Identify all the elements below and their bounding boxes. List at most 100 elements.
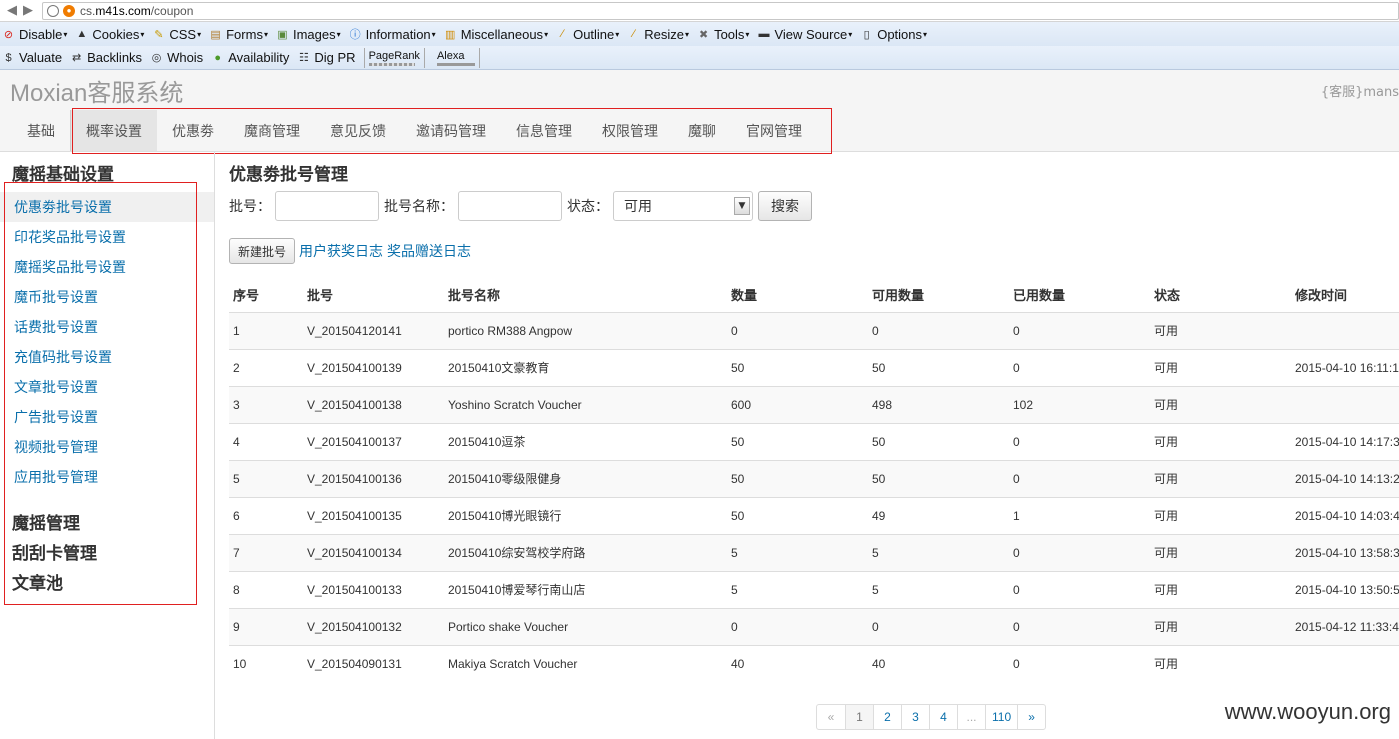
toolbar-item-images[interactable]: ▣ Images ▾ [276, 27, 340, 42]
table-row[interactable]: 1 V_201504120141 portico RM388 Angpow 0 0 0 可用 [229, 311, 1399, 349]
sidebar-link[interactable]: 优惠劵批号设置 [0, 192, 214, 222]
alexa-widget[interactable]: Alexa [433, 47, 480, 68]
topnav-item-5[interactable]: 邀请码管理 [401, 110, 501, 151]
toolbar-item-options[interactable]: ▯ Options ▾ [860, 27, 927, 42]
pager-next-button[interactable]: » [1017, 705, 1045, 729]
toolbar-item-availability[interactable]: ● Availability [211, 50, 289, 65]
toolbar-item-information[interactable]: ⓘ Information ▾ [349, 27, 436, 42]
user-prize-log-link[interactable]: 用户获奖日志 [299, 241, 383, 261]
status-select[interactable]: 可用 ▼ [613, 191, 753, 221]
table-cell: 20150410逗茶 [444, 422, 727, 460]
table-cell: 可用 [1150, 385, 1291, 423]
seo-toolbar: $ Valuate ⇄ Backlinks ◎ Whois ● Availability ☷ Di… [0, 46, 1399, 70]
sidebar-link[interactable]: 视频批号管理 [0, 432, 214, 462]
sidebar-section[interactable]: 刮刮卡管理 [0, 536, 214, 566]
batch-name-input[interactable] [458, 191, 562, 221]
table-row[interactable]: 10 V_201504090131 Makiya Scratch Voucher 40… [229, 644, 1399, 682]
toolbar-item-cookies[interactable]: ▲ Cookies ▾ [75, 27, 144, 42]
sidebar-link[interactable]: 魔摇奖品批号设置 [0, 252, 214, 282]
new-batch-button[interactable]: 新建批号 [229, 238, 296, 264]
table-cell: 2015-04-10 16:11:1 [1291, 348, 1399, 386]
globe-icon [47, 4, 59, 17]
table-cell: 20150410综安驾校学府路 [444, 533, 727, 571]
table-cell: 10 [229, 644, 303, 682]
table-cell: 498 [868, 385, 1009, 423]
topnav-item-1[interactable]: 概率设置 [70, 110, 157, 151]
person-icon: ▲ [76, 28, 88, 40]
topnav-item-8[interactable]: 魔聊 [673, 110, 731, 151]
table-cell: V_201504100133 [303, 570, 444, 608]
toolbar-item-tools[interactable]: ✖ Tools ▾ [697, 27, 749, 42]
toolbar-item-backlinks[interactable]: ⇄ Backlinks [70, 50, 142, 65]
info-icon: ⓘ [349, 29, 361, 41]
toolbar-item-dig-pr[interactable]: ☷ Dig PR [297, 50, 356, 65]
table-row[interactable]: 8 V_201504100133 20150410博爱琴行南山店 5 5 0 可用 2015-… [229, 570, 1399, 608]
topnav-item-9[interactable]: 官网管理 [731, 110, 817, 151]
pager-prev-button[interactable]: « [817, 705, 845, 729]
topnav-item-6[interactable]: 信息管理 [501, 110, 587, 151]
table-row[interactable]: 5 V_201504100136 20150410零级限健身 50 50 0 可用 2015-… [229, 459, 1399, 497]
sidebar-link[interactable]: 话费批号设置 [0, 312, 214, 342]
table-cell: 2015-04-10 14:13:2 [1291, 459, 1399, 497]
topnav-item-3[interactable]: 魔商管理 [229, 110, 315, 151]
sidebar-link[interactable]: 印花奖品批号设置 [0, 222, 214, 252]
image-icon: ▣ [277, 28, 288, 41]
topnav-item-4[interactable]: 意见反馈 [315, 110, 401, 151]
chevron-down-icon[interactable]: ▼ [734, 197, 750, 215]
top-navigation: 基础 概率设置 优惠劵 魔商管理 意见反馈 邀请码管理 信息管理 权限管理 魔聊 官网管理 [0, 108, 1399, 154]
pager-page-button[interactable]: 2 [873, 705, 901, 729]
pager-page-button[interactable]: 1 [845, 705, 873, 729]
toolbar-item-miscellaneous[interactable]: ▥ Miscellaneous ▾ [444, 27, 548, 42]
table-cell: 20150410博爱琴行南山店 [444, 570, 727, 608]
toolbar-item-label: Whois [167, 50, 204, 65]
pager-page-button[interactable]: 3 [901, 705, 929, 729]
pagerank-widget[interactable]: PageRank [363, 47, 425, 68]
table-cell: 8 [229, 570, 303, 608]
table-row[interactable]: 4 V_201504100137 20150410逗茶 50 50 0 可用 2015-04-… [229, 422, 1399, 460]
table-cell: 5 [868, 570, 1009, 608]
topnav-item-7[interactable]: 权限管理 [587, 110, 673, 151]
table-cell: 6 [229, 496, 303, 534]
sidebar-link[interactable]: 文章批号设置 [0, 372, 214, 402]
sidebar-link[interactable]: 魔币批号设置 [0, 282, 214, 312]
topnav-item-2[interactable]: 优惠劵 [157, 110, 229, 151]
prize-gift-log-link[interactable]: 奖品赠送日志 [387, 241, 471, 261]
search-button[interactable]: 搜索 [758, 191, 812, 221]
sidebar-link[interactable]: 充值码批号设置 [0, 342, 214, 372]
toolbar-item-outline[interactable]: ∕ Outline ▾ [556, 27, 620, 42]
browser-address-bar: ◀ ▶ ● cs. m41s.com/coupon [0, 0, 1399, 22]
table-row[interactable]: 3 V_201504100138 Yoshino Scratch Voucher 60… [229, 385, 1399, 423]
app-title[interactable]: Moxian客服系统 [10, 73, 183, 108]
batch-number-input[interactable] [275, 191, 379, 221]
toolbar-item-label: Disable [19, 26, 63, 42]
table-cell: 50 [727, 348, 868, 386]
toolbar-item-view-source[interactable]: ▬ View Source ▾ [757, 27, 852, 42]
table-cell: Portico shake Voucher [444, 607, 727, 645]
search-filter-row: 批号： 批号名称： 状态： 可用 ▼ 搜索 [229, 190, 1399, 222]
table-row[interactable]: 9 V_201504100132 Portico shake Voucher 0 0 0 可… [229, 607, 1399, 645]
sidebar-section[interactable]: 文章池 [0, 566, 214, 596]
current-user-label[interactable]: {客服}mans [1321, 81, 1399, 100]
back-icon[interactable]: ◀ [4, 3, 20, 19]
forward-icon[interactable]: ▶ [20, 3, 36, 19]
dollar-icon: $ [5, 51, 12, 64]
toolbar-item-css[interactable]: ✎ CSS ▾ [152, 27, 201, 42]
toolbar-item-label: Resize [644, 26, 685, 42]
url-field[interactable]: ● cs. m41s.com/coupon [42, 1, 1399, 20]
topnav-item-0[interactable]: 基础 [12, 110, 70, 151]
table-row[interactable]: 2 V_201504100139 20150410文豪教育 50 50 0 可用 2015-0… [229, 348, 1399, 386]
toolbar-item-whois[interactable]: ◎ Whois [150, 50, 203, 65]
sidebar-link[interactable]: 广告批号设置 [0, 402, 214, 432]
pager-page-button[interactable]: 4 [929, 705, 957, 729]
toolbar-item-disable[interactable]: ⊘ Disable ▾ [2, 27, 67, 42]
pager-page-button[interactable]: 110 [985, 705, 1017, 729]
table-row[interactable]: 7 V_201504100134 20150410综安驾校学府路 5 5 0 可用 2015-… [229, 533, 1399, 571]
toolbar-item-resize[interactable]: ∕ Resize ▾ [627, 27, 689, 42]
table-cell: 5 [868, 533, 1009, 571]
globe-icon: ◎ [151, 52, 162, 64]
table-row[interactable]: 6 V_201504100135 20150410博光眼镜行 50 49 1 可用 2015-… [229, 496, 1399, 534]
sidebar-link[interactable]: 应用批号管理 [0, 462, 214, 492]
sidebar-section[interactable]: 魔摇管理 [0, 506, 214, 536]
toolbar-item-valuate[interactable]: $ Valuate [2, 50, 62, 65]
toolbar-item-forms[interactable]: ▤ Forms ▾ [209, 27, 268, 42]
